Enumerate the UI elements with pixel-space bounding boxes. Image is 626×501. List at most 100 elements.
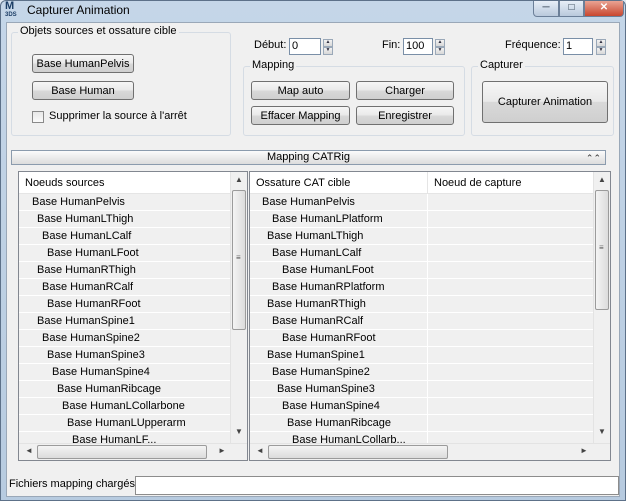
list-item[interactable]: Base HumanLThigh	[19, 211, 231, 228]
mapping-group-title: Mapping	[250, 59, 297, 71]
source-objects-group: Objets sources et ossature cible Base Hu…	[11, 25, 231, 136]
scroll-down-icon[interactable]: ▼	[594, 427, 610, 436]
scroll-left-icon[interactable]: ◄	[252, 446, 268, 455]
list-item[interactable]: Base HumanRThigh	[19, 262, 231, 279]
mapping-group: Mapping Map auto Charger Effacer Mapping…	[243, 59, 465, 136]
list-item[interactable]: Base HumanSpine1	[19, 313, 231, 330]
table-row[interactable]: Base HumanLPlatform	[250, 211, 427, 228]
table-row[interactable]: Base HumanLFoot	[250, 262, 427, 279]
maximize-button[interactable]: □	[559, 1, 584, 17]
save-mapping-button[interactable]: Enregistrer	[356, 106, 454, 125]
capture-node-cell[interactable]	[427, 313, 594, 330]
list-item[interactable]: Base HumanRCalf	[19, 279, 231, 296]
capture-node-cell[interactable]	[427, 347, 594, 364]
list-item[interactable]: Base HumanPelvis	[19, 194, 231, 211]
list-item[interactable]: Base HumanSpine4	[19, 364, 231, 381]
frequency-label: Fréquence:	[505, 39, 561, 51]
spinner-down-icon[interactable]: ▼	[323, 47, 333, 55]
source-pelvis-button[interactable]: Base HumanPelvis	[32, 54, 134, 73]
target-list-vthumb[interactable]: ≡	[595, 190, 609, 310]
capture-node-cell[interactable]	[427, 381, 594, 398]
capture-node-cell[interactable]	[427, 279, 594, 296]
spinner-up-icon[interactable]: ▲	[323, 39, 333, 47]
list-item[interactable]: Base HumanRFoot	[19, 296, 231, 313]
start-frame-input[interactable]: 0	[289, 38, 321, 55]
scroll-down-icon[interactable]: ▼	[231, 427, 247, 436]
table-row[interactable]: Base HumanRThigh	[250, 296, 427, 313]
app-icon-sub: 3DS	[5, 12, 17, 18]
spinner-down-icon[interactable]: ▼	[435, 47, 445, 55]
table-row[interactable]: Base HumanRCalf	[250, 313, 427, 330]
table-row[interactable]: Base HumanRFoot	[250, 330, 427, 347]
list-item[interactable]: Base HumanSpine2	[19, 330, 231, 347]
close-button[interactable]: ✕	[584, 1, 624, 17]
capture-node-cell[interactable]	[427, 364, 594, 381]
spinner-up-icon[interactable]: ▲	[435, 39, 445, 47]
start-frame-spinner[interactable]: ▲ ▼	[323, 39, 333, 55]
target-list-hscrollbar[interactable]: ◄ ►	[250, 443, 610, 460]
table-row[interactable]: Base HumanRibcage	[250, 415, 427, 432]
end-frame-spinner[interactable]: ▲ ▼	[435, 39, 445, 55]
source-nodes-header[interactable]: Noeuds sources	[19, 172, 231, 194]
map-auto-button[interactable]: Map auto	[251, 81, 350, 100]
capture-node-cell[interactable]	[427, 262, 594, 279]
list-item[interactable]: Base HumanSpine3	[19, 347, 231, 364]
source-list-vscrollbar[interactable]: ▲ ≡ ▼	[230, 172, 247, 443]
capture-node-cell[interactable]	[427, 194, 594, 211]
clear-mapping-button[interactable]: Effacer Mapping	[251, 106, 350, 125]
title-bar[interactable]: M 3DS Capturer Animation ─ □ ✕	[1, 1, 625, 21]
scroll-right-icon[interactable]: ►	[576, 446, 592, 455]
status-field	[135, 476, 619, 495]
table-row[interactable]: Base HumanSpine3	[250, 381, 427, 398]
capture-node-cell[interactable]	[427, 211, 594, 228]
window-title: Capturer Animation	[27, 3, 130, 17]
table-row[interactable]: Base HumanRPlatform	[250, 279, 427, 296]
spinner-up-icon[interactable]: ▲	[596, 39, 606, 47]
capture-node-cell[interactable]	[427, 296, 594, 313]
list-item[interactable]: Base HumanLCollarbone	[19, 398, 231, 415]
capture-group-title: Capturer	[478, 59, 525, 71]
frequency-spinner[interactable]: ▲ ▼	[596, 39, 606, 55]
list-item[interactable]: Base HumanLCalf	[19, 228, 231, 245]
source-list-vthumb[interactable]: ≡	[232, 190, 246, 330]
capture-node-cell[interactable]	[427, 245, 594, 262]
scroll-right-icon[interactable]: ►	[214, 446, 230, 455]
list-item[interactable]: Base HumanRibcage	[19, 381, 231, 398]
frequency-input[interactable]: 1	[563, 38, 593, 55]
mapping-catrig-rollout[interactable]: Mapping CATRig ⌃⌃	[11, 150, 606, 165]
collapse-icon[interactable]: ⌃⌃	[586, 152, 601, 165]
delete-source-checkbox[interactable]	[32, 111, 44, 123]
capture-node-header[interactable]: Noeud de capture	[427, 172, 594, 194]
target-human-button[interactable]: Base Human	[32, 81, 134, 100]
table-row[interactable]: Base HumanLCalf	[250, 245, 427, 262]
target-bones-header[interactable]: Ossature CAT cible	[250, 172, 427, 194]
list-item[interactable]: Base HumanLFoot	[19, 245, 231, 262]
table-row[interactable]: Base HumanSpine2	[250, 364, 427, 381]
scroll-up-icon[interactable]: ▲	[231, 175, 247, 184]
table-row[interactable]: Base HumanSpine1	[250, 347, 427, 364]
capture-animation-button[interactable]: Capturer Animation	[482, 81, 608, 123]
source-nodes-list[interactable]: Noeuds sources Base HumanPelvis Base Hum…	[18, 171, 248, 461]
list-item[interactable]: Base HumanLUpperarm	[19, 415, 231, 432]
capture-node-cell[interactable]	[427, 330, 594, 347]
capture-group: Capturer Capturer Animation	[471, 59, 614, 136]
load-mapping-button[interactable]: Charger	[356, 81, 454, 100]
rollout-title: Mapping CATRig	[267, 151, 350, 163]
capture-node-cell[interactable]	[427, 398, 594, 415]
capture-node-cell[interactable]	[427, 228, 594, 245]
target-list-vscrollbar[interactable]: ▲ ≡ ▼	[593, 172, 610, 443]
table-row[interactable]: Base HumanLThigh	[250, 228, 427, 245]
scroll-left-icon[interactable]: ◄	[21, 446, 37, 455]
delete-source-label: Supprimer la source à l'arrêt	[49, 110, 187, 122]
spinner-down-icon[interactable]: ▼	[596, 47, 606, 55]
table-row[interactable]: Base HumanSpine4	[250, 398, 427, 415]
target-list-hthumb[interactable]	[268, 445, 448, 459]
source-list-hscrollbar[interactable]: ◄ ►	[19, 443, 247, 460]
table-row[interactable]: Base HumanPelvis	[250, 194, 427, 211]
scroll-up-icon[interactable]: ▲	[594, 175, 610, 184]
source-list-hthumb[interactable]	[37, 445, 207, 459]
capture-node-cell[interactable]	[427, 415, 594, 432]
minimize-button[interactable]: ─	[533, 1, 559, 17]
target-nodes-list[interactable]: Ossature CAT cible Noeud de capture Base…	[249, 171, 611, 461]
end-frame-input[interactable]: 100	[403, 38, 433, 55]
